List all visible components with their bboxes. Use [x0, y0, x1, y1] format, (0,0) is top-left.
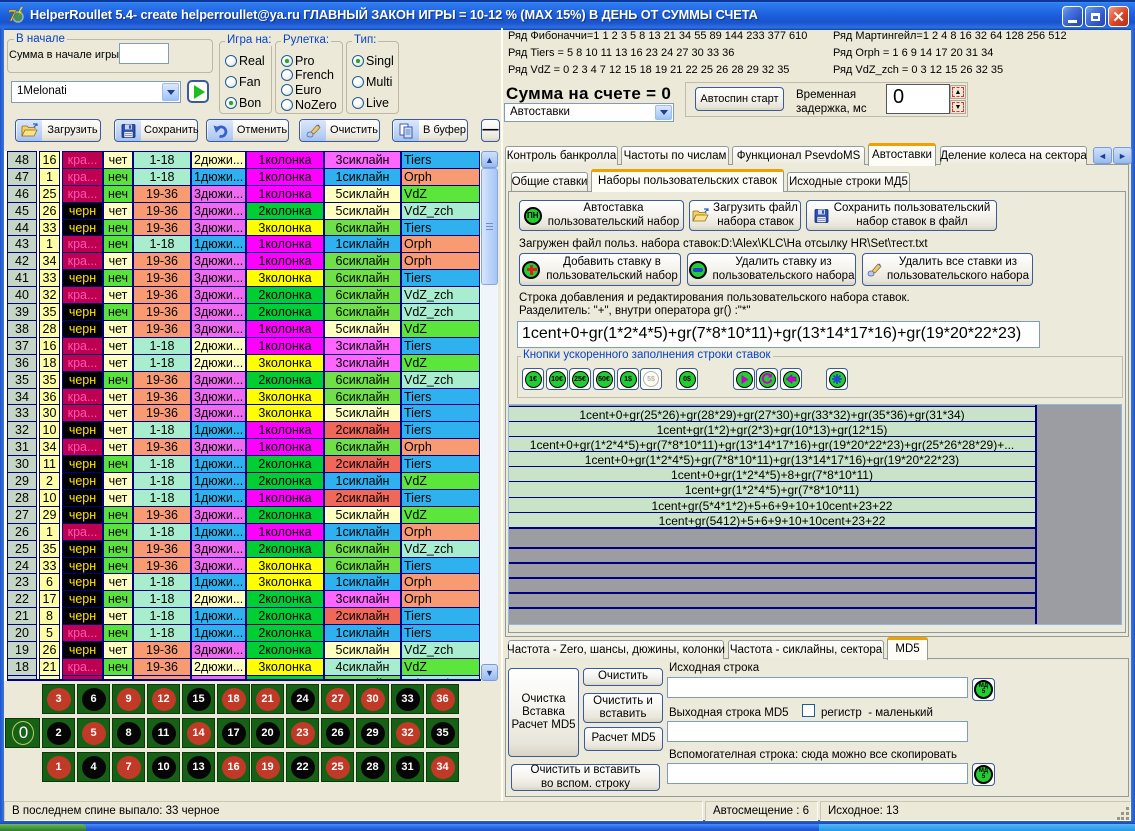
svg-text:7: 7 [8, 6, 17, 24]
